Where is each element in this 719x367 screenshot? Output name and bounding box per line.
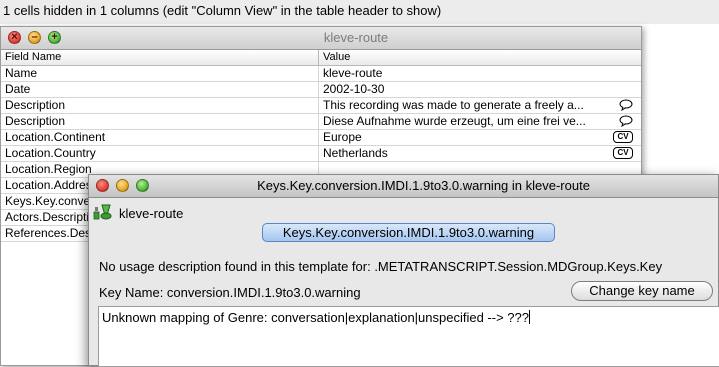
text-caret xyxy=(529,310,530,324)
value-cell[interactable]: 2002-10-30 xyxy=(319,82,641,97)
field-name-cell[interactable]: Description xyxy=(1,114,319,129)
value-cell[interactable]: Netherlands CV xyxy=(319,146,641,161)
value-cell[interactable]: This recording was made to generate a fr… xyxy=(319,98,641,113)
dialog-title: Keys.Key.conversion.IMDI.1.9to3.0.warnin… xyxy=(257,178,590,193)
hidden-cells-banner: 1 cells hidden in 1 columns (edit "Colum… xyxy=(0,0,719,24)
field-name-cell[interactable]: Name xyxy=(1,66,319,81)
tree-node-icon xyxy=(93,203,113,224)
table-row[interactable]: Date 2002-10-30 xyxy=(1,82,641,98)
value-cell[interactable]: Europe CV xyxy=(319,130,641,145)
column-header-field-name[interactable]: Field Name xyxy=(1,50,319,65)
title-bar[interactable]: × – + kleve-route xyxy=(1,27,641,50)
column-header-value[interactable]: Value xyxy=(319,50,641,65)
breadcrumb-label: kleve-route xyxy=(119,206,184,221)
key-value-text: Unknown mapping of Genre: conversation|e… xyxy=(102,310,529,325)
field-name-cell[interactable]: Location.Continent xyxy=(1,130,319,145)
cv-icon[interactable]: CV xyxy=(613,131,633,143)
dialog-title-bar[interactable]: Keys.Key.conversion.IMDI.1.9to3.0.warnin… xyxy=(89,175,718,198)
field-name-cell[interactable]: Date xyxy=(1,82,319,97)
value-text: 2002-10-30 xyxy=(323,82,385,96)
value-text: kleve-route xyxy=(323,66,383,80)
value-text: This recording was made to generate a fr… xyxy=(323,98,584,112)
table-row[interactable]: Description This recording was made to ge… xyxy=(1,98,641,114)
window-title: kleve-route xyxy=(323,30,389,45)
value-text: Diese Aufnahme wurde erzeugt, um eine fr… xyxy=(323,114,586,128)
table-row[interactable]: Location.Continent Europe CV xyxy=(1,130,641,146)
value-cell[interactable]: kleve-route xyxy=(319,66,641,81)
cv-icon[interactable]: CV xyxy=(613,147,633,159)
change-key-name-button[interactable]: Change key name xyxy=(571,281,713,301)
speech-bubble-icon[interactable] xyxy=(619,115,633,129)
table-row[interactable]: Name kleve-route xyxy=(1,66,641,82)
key-name-label: Key Name: conversion.IMDI.1.9to3.0.warni… xyxy=(99,285,361,300)
value-cell[interactable]: Diese Aufnahme wurde erzeugt, um eine fr… xyxy=(319,114,641,129)
table-row[interactable]: Description Diese Aufnahme wurde erzeugt,… xyxy=(1,114,641,130)
key-value-textarea[interactable]: Unknown mapping of Genre: conversation|e… xyxy=(98,306,719,367)
value-text: Netherlands xyxy=(323,146,388,160)
table-header[interactable]: Field Name Value xyxy=(1,50,641,66)
field-name-cell[interactable]: Location.Country xyxy=(1,146,319,161)
table-row[interactable]: Location.Country Netherlands CV xyxy=(1,146,641,162)
key-tag-button[interactable]: Keys.Key.conversion.IMDI.1.9to3.0.warnin… xyxy=(262,223,555,242)
breadcrumb[interactable]: kleve-route xyxy=(93,203,183,224)
key-editor-dialog: Keys.Key.conversion.IMDI.1.9to3.0.warnin… xyxy=(88,174,719,367)
value-text: Europe xyxy=(323,130,362,144)
speech-bubble-icon[interactable] xyxy=(619,99,633,113)
usage-info-text: No usage description found in this templ… xyxy=(99,259,663,274)
field-name-cell[interactable]: Description xyxy=(1,98,319,113)
